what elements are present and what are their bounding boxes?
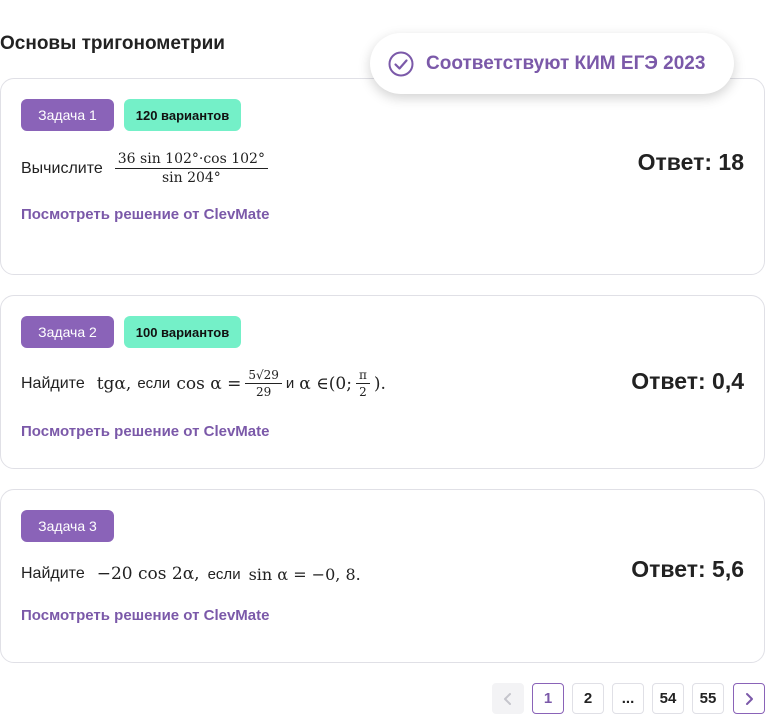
variants-badge: 120 вариантов [124, 99, 241, 131]
interval-prefix: α ∈(0; [299, 373, 352, 394]
if-word: если [207, 565, 241, 583]
problem-statement: Найдите tgα, если cos α = 5√29 29 и α ∈(… [21, 368, 386, 399]
problem-statement: Вычислите 36 sin 102°·cos 102° sin 204° [21, 151, 272, 186]
task-card-2: Задача 2 100 вариантов Найдите tgα, если… [0, 295, 765, 469]
page-button-1[interactable]: 1 [532, 683, 564, 714]
page-ellipsis[interactable]: ... [612, 683, 644, 714]
variants-badge: 100 вариантов [124, 316, 241, 348]
fraction-denominator: 2 [359, 385, 367, 399]
view-solution-link[interactable]: Посмотреть решение от ClevMate [21, 607, 269, 624]
check-circle-icon [388, 51, 414, 76]
next-page-button[interactable] [733, 683, 765, 714]
task-label: Задача 1 [21, 99, 114, 131]
expression: tgα, [96, 373, 132, 394]
prev-page-button[interactable] [492, 683, 524, 714]
fraction-numerator: 36 sin 102°·cos 102° [114, 151, 268, 169]
answer: Ответ: 0,4 [631, 368, 744, 394]
answer: Ответ: 5,6 [631, 556, 744, 582]
section-title: Основы тригонометрии [0, 33, 225, 54]
pi-fraction: π 2 [355, 368, 370, 399]
expression: −20 cos 2α, [96, 564, 200, 584]
and-word: и [285, 375, 295, 392]
problem-lead: Вычислите [21, 159, 103, 177]
problem-statement: Найдите −20 cos 2α, если sin α = −0, 8. [21, 564, 361, 584]
task-label: Задача 3 [21, 510, 114, 542]
chevron-right-icon [746, 692, 753, 705]
condition-expression: sin α = −0, 8. [248, 564, 361, 584]
problem-lead: Найдите [21, 565, 85, 582]
chevron-left-icon [504, 692, 511, 705]
answer: Ответ: 18 [637, 149, 744, 175]
task-card-3: Задача 3 Найдите −20 cos 2α, если sin α … [0, 489, 765, 663]
task-label: Задача 2 [21, 316, 114, 348]
cos-fraction: 5√29 29 [245, 368, 282, 399]
problem-lead: Найдите [21, 374, 85, 392]
kim-badge-label: Соответствуют КИМ ЕГЭ 2023 [426, 52, 706, 74]
page-button-54[interactable]: 54 [652, 683, 684, 714]
view-solution-link[interactable]: Посмотреть решение от ClevMate [21, 206, 269, 223]
if-word: если [137, 375, 171, 392]
task-card-1: Задача 1 120 вариантов Вычислите 36 sin … [0, 78, 765, 275]
page-button-55[interactable]: 55 [692, 683, 724, 714]
page-button-2[interactable]: 2 [572, 683, 604, 714]
view-solution-link[interactable]: Посмотреть решение от ClevMate [21, 423, 269, 440]
fraction-denominator: sin 204° [161, 170, 221, 186]
fraction-denominator: 29 [255, 385, 272, 399]
fraction-numerator: 5√29 [245, 368, 282, 384]
interval-suffix: ). [373, 373, 386, 394]
formula-fraction: 36 sin 102°·cos 102° sin 204° [114, 151, 268, 186]
kim-compliance-badge: Соответствуют КИМ ЕГЭ 2023 [370, 33, 734, 94]
cos-expression: cos α = [176, 373, 242, 394]
fraction-numerator: π [355, 368, 370, 384]
